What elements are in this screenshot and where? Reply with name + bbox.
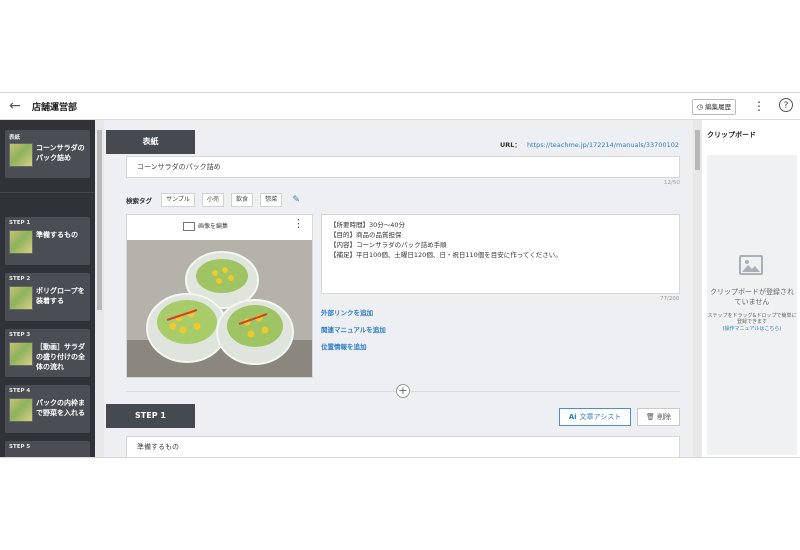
sidebar-item-cover[interactable]: 表紙 コーンサラダのパック詰め	[5, 130, 90, 178]
mountain-icon	[742, 260, 760, 272]
ai-icon: Ai	[568, 413, 577, 421]
sidebar-item-step-2[interactable]: STEP 2 ポリグロープを装着する	[5, 273, 90, 321]
image-icon	[183, 222, 195, 231]
search-tags: 検索タグ サンプル 小売 飲食 惣菜 ✎	[126, 189, 300, 207]
sidebar-item-label: STEP 5	[9, 444, 31, 450]
edit-history-button[interactable]: ◷ 編集履歴	[692, 99, 737, 115]
tag-chip[interactable]: 惣菜	[260, 192, 283, 207]
step-title-input[interactable]: 準備するもの	[126, 436, 680, 457]
clipboard-empty-message: クリップボードが登録されていません	[710, 288, 794, 306]
cover-image-panel: 画像を編集 ⋮	[126, 214, 313, 378]
app-window: ← 店舗運営部 ◷ 編集履歴 ⋮ ? 表紙 コーンサラダのパック詰め STEP 1…	[0, 92, 800, 458]
sidebar-item-text: ポリグロープを装着する	[36, 287, 85, 305]
editor-main: 表紙 URL： https://teachme.jp/172214/manuals…	[104, 120, 693, 457]
clipboard-manual-link[interactable]: (操作マニュアルはこちら)	[707, 325, 797, 332]
sidebar-item-label: STEP 2	[9, 276, 31, 282]
tag-chip[interactable]: 小売	[202, 192, 225, 207]
add-step-plus-icon[interactable]: +	[396, 384, 410, 398]
sidebar-thumbnail	[9, 286, 33, 310]
tag-chip[interactable]: 飲食	[231, 192, 254, 207]
sidebar-item-label: STEP 4	[9, 388, 31, 394]
sidebar-thumbnail	[9, 230, 33, 254]
main-scrollbar[interactable]	[693, 120, 702, 457]
edit-image-button[interactable]: 画像を編集	[183, 221, 228, 231]
sidebar-item-text: パックの内枠まで野菜を入れる	[36, 399, 85, 417]
kebab-menu-icon[interactable]: ⋮	[753, 98, 765, 114]
image-kebab-icon[interactable]: ⋮	[293, 217, 304, 230]
help-icon[interactable]: ?	[779, 98, 793, 112]
sidebar-item-step-1[interactable]: STEP 1 準備するもの	[5, 217, 90, 265]
clipboard-empty-hint: ステップをドラッグ&ドロップで簡単に登録できます	[707, 313, 797, 325]
page-title: 店舗運営部	[32, 103, 78, 113]
description-line: 【所要時間】30分〜40分	[330, 221, 406, 229]
add-links: 外部リンクを追加 関連マニュアルを追加 位置情報を追加	[321, 310, 386, 361]
add-related-manual-link[interactable]: 関連マニュアルを追加	[321, 327, 386, 334]
sidebar-thumbnail	[9, 342, 33, 366]
manual-url: URL： https://teachme.jp/172214/manuals/33…	[500, 139, 679, 149]
trash-icon: 🗑	[645, 413, 655, 421]
sidebar-scrollbar[interactable]	[95, 120, 104, 457]
manual-title-input[interactable]: コーンサラダのパック詰め	[126, 156, 680, 178]
title-char-counter: 12/50	[664, 180, 680, 186]
sidebar-item-step-4[interactable]: STEP 4 パックの内枠まで野菜を入れる	[5, 385, 90, 433]
sidebar-item-label: STEP 1	[9, 220, 31, 226]
sidebar-divider	[0, 192, 95, 193]
sidebar-scroll-thumb[interactable]	[97, 130, 102, 310]
sidebar-item-step-3[interactable]: STEP 3 ［動画］サラダの盛り付けの全体の流れ	[5, 329, 90, 377]
edit-history-label: 編集履歴	[705, 103, 732, 111]
text-assist-button[interactable]: Ai 文章アシスト	[559, 408, 631, 426]
top-header: ← 店舗運営部 ◷ 編集履歴 ⋮ ?	[0, 93, 800, 120]
sidebar-item-label: STEP 3	[9, 332, 31, 338]
sidebar-item-text: ［動画］サラダの盛り付けの全体の流れ	[36, 343, 85, 371]
image-placeholder-icon	[739, 255, 763, 275]
description-line: 【目的】商品の品質担保	[330, 231, 402, 239]
description-line: 【内容】コーンサラダのパック詰め手順	[330, 241, 447, 249]
add-location-link[interactable]: 位置情報を追加	[321, 344, 386, 351]
sidebar-item-text: コーンサラダのパック詰め	[36, 144, 85, 162]
step-1-section-label: STEP 1	[106, 404, 195, 428]
clipboard-panel: クリップボード クリップボードが登録されていません ステップをドラッグ&ドロップ…	[702, 120, 800, 457]
cover-photo	[127, 240, 312, 377]
sidebar-thumbnail	[9, 398, 33, 422]
pencil-icon[interactable]: ✎	[292, 195, 300, 205]
sidebar-item-text: 準備するもの	[36, 231, 78, 239]
clipboard-dropzone[interactable]: クリップボードが登録されていません ステップをドラッグ&ドロップで簡単に登録でき…	[707, 155, 797, 455]
cover-section-label: 表紙	[106, 130, 195, 154]
sidebar-thumbnail	[9, 143, 33, 167]
clipboard-title: クリップボード	[707, 131, 756, 139]
sidebar-item-step-5[interactable]: STEP 5	[5, 441, 90, 457]
back-arrow-icon[interactable]: ←	[9, 98, 21, 114]
cover-description-textarea[interactable]: 【所要時間】30分〜40分 【目的】商品の品質担保 【内容】コーンサラダのパック…	[321, 214, 680, 294]
tag-chip[interactable]: サンプル	[161, 192, 195, 207]
description-char-counter: 77/200	[660, 296, 680, 302]
delete-step-button[interactable]: 🗑 削除	[637, 408, 680, 426]
sidebar-item-label: 表紙	[9, 135, 21, 141]
search-tags-label: 検索タグ	[126, 196, 152, 205]
salad-photo-illustration	[127, 240, 312, 377]
description-line: 【補足】平日100個、土曜日120個、日・祝日110個を目安に作ってください。	[330, 251, 562, 259]
step-sidebar: 表紙 コーンサラダのパック詰め STEP 1 準備するもの STEP 2 ポリグ…	[0, 120, 95, 457]
delete-label: 削除	[657, 413, 672, 421]
add-external-link[interactable]: 外部リンクを追加	[321, 310, 386, 317]
text-assist-label: 文章アシスト	[579, 413, 622, 421]
history-icon: ◷	[697, 103, 704, 111]
edit-image-label: 画像を編集	[198, 223, 229, 230]
main-scroll-thumb[interactable]	[695, 130, 700, 170]
url-label: URL：	[500, 141, 521, 149]
url-link[interactable]: https://teachme.jp/172214/manuals/337001…	[527, 141, 679, 149]
